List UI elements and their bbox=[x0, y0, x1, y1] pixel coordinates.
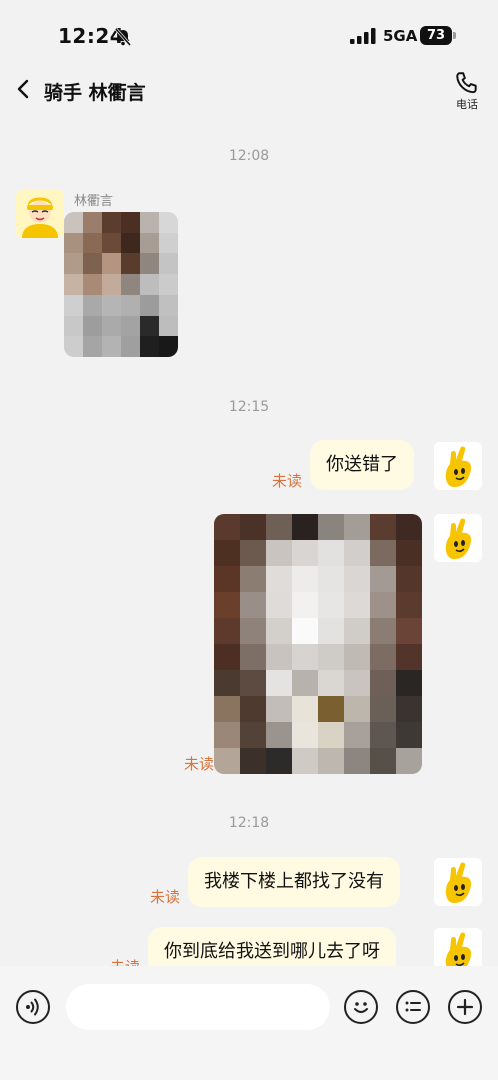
battery-tip bbox=[453, 32, 456, 39]
chat-title: 骑手 林衢言 bbox=[44, 82, 146, 104]
rider-avatar-icon bbox=[16, 190, 64, 238]
unread-label: 未读 bbox=[272, 472, 303, 490]
unread-label: 未读 bbox=[184, 755, 215, 773]
sent-image[interactable] bbox=[214, 514, 422, 774]
network-label: 5GA bbox=[383, 27, 418, 45]
voice-icon bbox=[26, 998, 39, 1016]
received-image[interactable] bbox=[64, 212, 178, 357]
signal-icon bbox=[350, 28, 376, 44]
chevron-left-icon[interactable] bbox=[12, 78, 34, 100]
my-avatar[interactable] bbox=[434, 442, 482, 490]
chat-header: 骑手 林衢言 电话 bbox=[0, 70, 498, 120]
plus-icon bbox=[456, 998, 474, 1016]
rider-avatar[interactable] bbox=[16, 190, 64, 238]
phone-icon bbox=[456, 72, 477, 94]
phone-button[interactable]: 电话 bbox=[446, 70, 488, 114]
battery-indicator: 73 bbox=[420, 26, 452, 45]
mascot-hand-icon bbox=[434, 858, 482, 906]
timestamp: 12:15 bbox=[228, 399, 270, 415]
sent-message-bubble[interactable]: 我楼下楼上都找了没有 bbox=[188, 857, 400, 907]
sender-name: 林衢言 bbox=[74, 194, 114, 209]
phone-label: 电话 bbox=[456, 98, 478, 111]
status-bar: 12:24 5GA 73 bbox=[0, 0, 498, 70]
list-icon bbox=[405, 1001, 421, 1012]
emoji-icon bbox=[354, 1002, 368, 1013]
my-avatar[interactable] bbox=[434, 858, 482, 906]
timestamp: 12:18 bbox=[228, 815, 270, 831]
mascot-hand-icon bbox=[434, 514, 482, 562]
sent-message-bubble[interactable]: 你送错了 bbox=[310, 440, 414, 490]
message-input[interactable] bbox=[66, 984, 330, 1030]
input-bar bbox=[0, 966, 498, 1080]
mascot-hand-icon bbox=[434, 442, 482, 490]
voice-button[interactable] bbox=[16, 990, 50, 1024]
unread-label: 未读 bbox=[150, 888, 181, 906]
quick-reply-button[interactable] bbox=[396, 990, 430, 1024]
emoji-button[interactable] bbox=[344, 990, 378, 1024]
bell-muted-icon bbox=[114, 28, 132, 46]
my-avatar[interactable] bbox=[434, 514, 482, 562]
timestamp: 12:08 bbox=[228, 148, 270, 164]
more-button[interactable] bbox=[448, 990, 482, 1024]
